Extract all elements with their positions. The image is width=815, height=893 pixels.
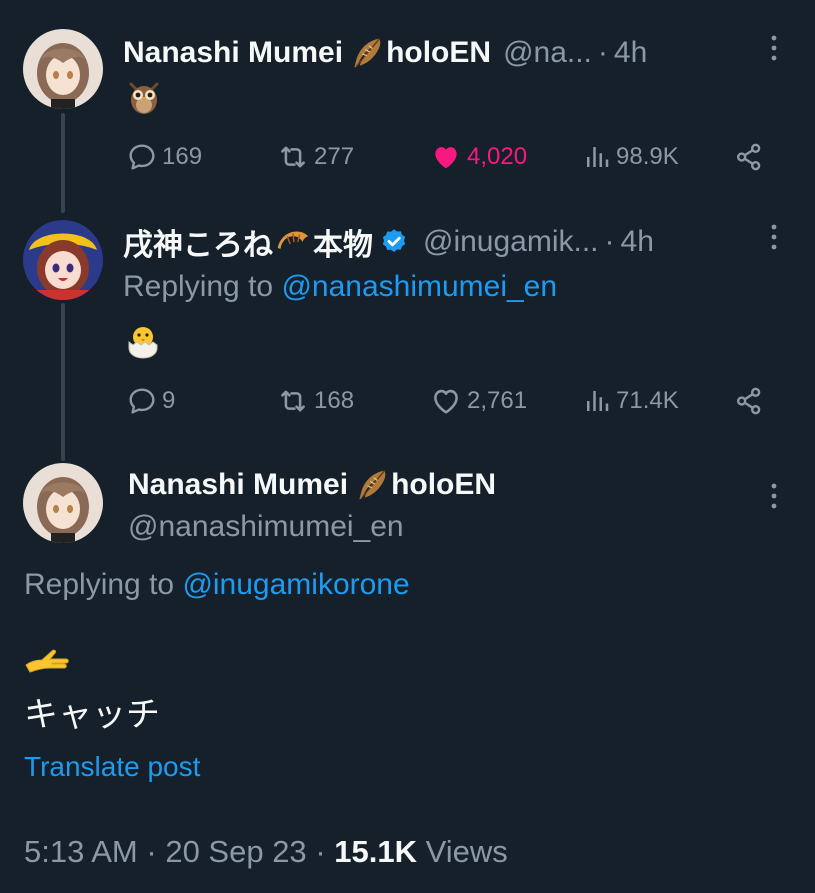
reply-button[interactable]: 169 <box>126 137 202 177</box>
more-icon <box>770 481 778 511</box>
views-button[interactable]: 71.4K <box>582 381 679 421</box>
replying-to-link[interactable]: @nanashimumei_en <box>281 270 557 303</box>
separator: · <box>146 834 157 869</box>
avatar[interactable] <box>23 220 103 300</box>
views-total[interactable]: 15.1K <box>334 834 417 869</box>
views-count: 71.4K <box>616 387 679 414</box>
user-handle[interactable]: @na... <box>503 36 592 70</box>
display-name[interactable]: Nanashi Mumei <box>123 36 343 70</box>
like-count: 4,020 <box>467 143 528 170</box>
separator: · <box>315 834 326 869</box>
verified-badge-icon <box>382 229 406 252</box>
display-name-suffix[interactable]: 本物 <box>313 220 373 264</box>
display-name-org[interactable]: holoEN <box>391 468 496 502</box>
display-name[interactable]: Nanashi Mumei <box>128 468 348 502</box>
heart-icon <box>429 384 463 418</box>
display-name-org[interactable]: holoEN <box>386 36 491 70</box>
replying-to-label: Replying to <box>24 568 175 601</box>
retweet-button[interactable]: 277 <box>276 137 354 177</box>
share-button[interactable] <box>733 137 769 177</box>
retweet-button[interactable]: 168 <box>276 381 354 421</box>
views-label: Views <box>425 834 508 869</box>
user-handle-row: @nanashimumei_en <box>128 507 404 547</box>
reply-button[interactable]: 9 <box>126 381 175 421</box>
post-date[interactable]: 20 Sep 23 <box>165 834 306 869</box>
separator: · <box>604 225 615 258</box>
owl-emoji-icon <box>126 78 162 121</box>
user-handle[interactable]: @nanashimumei_en <box>128 510 404 544</box>
replying-to-link[interactable]: @inugamikorone <box>182 568 409 601</box>
like-count: 2,761 <box>467 387 528 414</box>
views-icon <box>582 386 612 416</box>
tweet-header: 戌神ころね 本物 @inugamik... · 4h <box>123 222 654 262</box>
reply-count: 9 <box>162 387 176 414</box>
feather-emoji-icon <box>354 467 390 503</box>
tweet-header: Nanashi Mumei holoEN @na... · 4h <box>123 33 647 73</box>
share-icon <box>733 141 765 173</box>
palm-up-hand-emoji-icon <box>24 643 74 680</box>
replying-to-label: Replying to <box>123 270 274 303</box>
more-options-button[interactable] <box>762 222 786 252</box>
avatar[interactable] <box>23 463 103 543</box>
more-icon <box>770 222 778 252</box>
post-time[interactable]: 5:13 AM <box>24 834 138 869</box>
feather-emoji-icon <box>349 35 385 71</box>
separator: · <box>597 36 608 69</box>
share-icon <box>733 385 765 417</box>
tweet-actions: 9 168 2,761 71.4K <box>0 381 815 421</box>
like-button[interactable]: 4,020 <box>429 137 527 177</box>
heart-icon <box>429 140 463 174</box>
tweet-text: キャッチ <box>24 696 160 734</box>
like-button[interactable]: 2,761 <box>429 381 527 421</box>
replying-to: Replying to @inugamikorone <box>24 568 410 602</box>
more-options-button[interactable] <box>762 33 786 63</box>
tweet-header: Nanashi Mumei holoEN <box>128 465 496 505</box>
retweet-icon <box>276 140 310 174</box>
tweet-meta: 5:13 AM · 20 Sep 23 · 15.1K Views <box>24 834 508 870</box>
replying-to: Replying to @nanashimumei_en <box>123 270 557 304</box>
reply-icon <box>126 141 158 173</box>
views-count: 98.9K <box>616 143 679 170</box>
tweet-actions: 169 277 4,020 98.9K <box>0 137 815 177</box>
translate-post-link[interactable]: Translate post <box>24 751 200 783</box>
share-button[interactable] <box>733 381 769 421</box>
user-handle[interactable]: @inugamik... <box>423 225 599 259</box>
reply-icon <box>126 385 158 417</box>
croissant-emoji-icon <box>274 223 312 261</box>
timestamp[interactable]: 4h <box>614 36 647 70</box>
retweet-count: 277 <box>314 143 355 170</box>
retweet-count: 168 <box>314 387 355 414</box>
reply-count: 169 <box>162 143 203 170</box>
display-name[interactable]: 戌神ころね <box>123 220 273 264</box>
more-options-button[interactable] <box>762 481 786 511</box>
timestamp[interactable]: 4h <box>621 225 654 259</box>
retweet-icon <box>276 384 310 418</box>
avatar[interactable] <box>23 29 103 109</box>
views-icon <box>582 142 612 172</box>
hatching-chick-emoji-icon <box>124 322 162 365</box>
more-icon <box>770 33 778 63</box>
views-button[interactable]: 98.9K <box>582 137 679 177</box>
